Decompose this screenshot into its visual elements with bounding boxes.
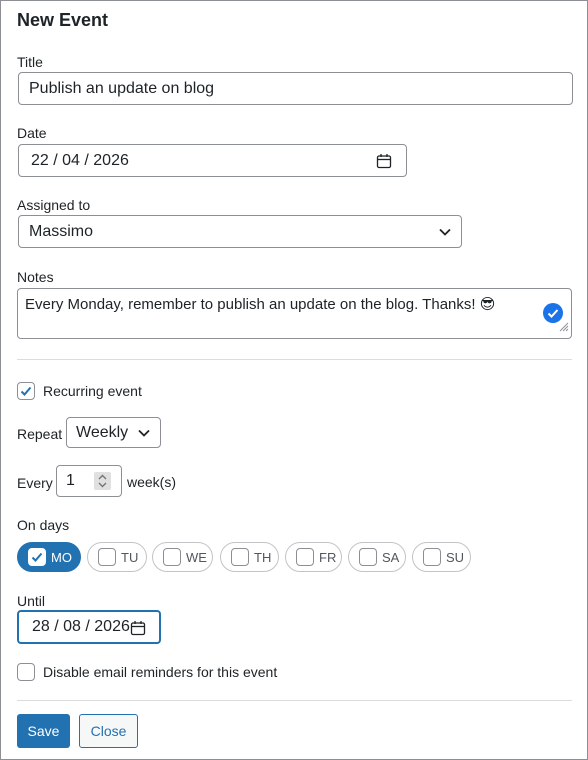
- day-label: FR: [319, 549, 337, 565]
- dialog-title: New Event: [17, 10, 109, 30]
- day-checkbox: [359, 548, 377, 566]
- calendar-icon[interactable]: [130, 620, 146, 641]
- day-checkbox: [296, 548, 314, 566]
- every-stepper[interactable]: 1: [56, 465, 122, 497]
- on-days-label: On days: [17, 517, 70, 533]
- day-checkbox: [28, 548, 46, 566]
- day-checkbox: [98, 548, 116, 566]
- assigned-label: Assigned to: [17, 197, 91, 213]
- day-label: WE: [186, 549, 207, 565]
- every-value: 1: [66, 472, 75, 489]
- notes-textarea[interactable]: Every Monday, remember to publish an upd…: [17, 288, 572, 339]
- save-button[interactable]: Save: [17, 714, 70, 748]
- until-label: Until: [17, 593, 46, 609]
- resize-handle-icon[interactable]: [557, 319, 569, 336]
- day-toggle-sa[interactable]: SA: [348, 542, 406, 572]
- until-date-input[interactable]: 28 / 08 / 2026: [17, 610, 161, 644]
- disable-reminders-checkbox[interactable]: [17, 663, 35, 681]
- day-checkbox: [423, 548, 441, 566]
- day-label: SA: [382, 549, 400, 565]
- calendar-icon[interactable]: [376, 153, 392, 174]
- disable-reminders-row: Disable email reminders for this event: [17, 663, 277, 681]
- recurring-row: Recurring event: [17, 382, 142, 400]
- repeat-select-value: Weekly: [76, 423, 129, 441]
- disable-reminders-label: Disable email reminders for this event: [43, 664, 278, 680]
- repeat-label: Repeat: [17, 426, 63, 442]
- day-toggle-tu[interactable]: TU: [87, 542, 147, 572]
- spinner-arrows-icon[interactable]: [94, 472, 111, 490]
- date-input-value: 22 / 04 / 2026: [31, 151, 129, 169]
- repeat-select[interactable]: Weekly: [66, 417, 161, 448]
- day-toggle-su[interactable]: SU: [412, 542, 471, 572]
- assigned-select-value: Massimo: [29, 222, 94, 240]
- notes-value: Every Monday, remember to publish an upd…: [25, 296, 496, 313]
- title-label: Title: [17, 54, 43, 70]
- until-date-value: 28 / 08 / 2026: [32, 618, 130, 635]
- every-unit: week(s): [127, 474, 177, 490]
- day-label: SU: [446, 549, 465, 565]
- day-label: MO: [51, 549, 72, 565]
- day-label: TH: [254, 549, 272, 565]
- day-toggle-mo[interactable]: MO: [17, 542, 81, 572]
- day-checkbox: [231, 548, 249, 566]
- chevron-down-icon: [438, 225, 452, 244]
- date-label: Date: [17, 125, 47, 141]
- title-input[interactable]: Publish an update on blog: [18, 72, 573, 105]
- day-checkbox: [163, 548, 181, 566]
- notes-label: Notes: [17, 269, 54, 285]
- recurring-label: Recurring event: [43, 383, 142, 399]
- every-label: Every: [17, 475, 53, 491]
- date-input[interactable]: 22 / 04 / 2026: [18, 144, 407, 177]
- chevron-down-icon: [137, 426, 151, 445]
- day-toggle-we[interactable]: WE: [152, 542, 213, 572]
- close-button[interactable]: Close: [79, 714, 138, 748]
- day-toggle-th[interactable]: TH: [220, 542, 279, 572]
- day-toggle-fr[interactable]: FR: [285, 542, 342, 572]
- new-event-dialog: New Event Title Publish an update on blo…: [0, 0, 588, 760]
- divider: [17, 359, 572, 360]
- divider: [17, 700, 572, 701]
- recurring-checkbox[interactable]: [17, 382, 35, 400]
- assigned-select[interactable]: Massimo: [18, 215, 462, 248]
- day-label: TU: [121, 549, 139, 565]
- title-input-value: Publish an update on blog: [29, 79, 215, 97]
